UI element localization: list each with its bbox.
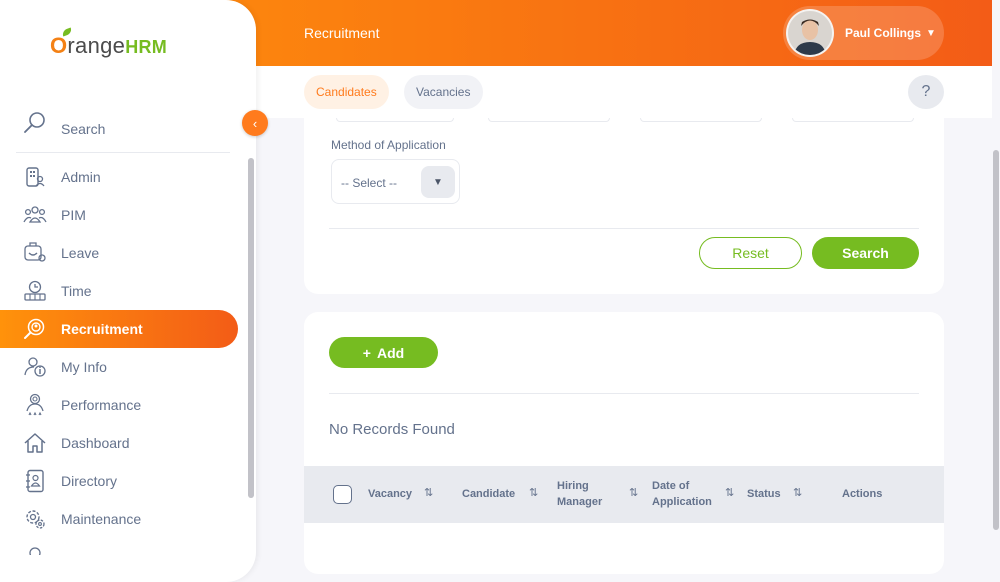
sidebar: OrangeHRM Search Admin PIM Leave Time Re… xyxy=(0,0,256,582)
method-of-application-select[interactable]: -- Select -- ▼ xyxy=(331,159,460,204)
user-menu[interactable]: Paul Collings ▼ xyxy=(783,6,944,60)
sidebar-item-recruitment[interactable]: Recruitment xyxy=(0,310,238,348)
sidebar-item-directory[interactable]: Directory xyxy=(0,462,248,500)
sidebar-item-performance[interactable]: Performance xyxy=(0,386,248,424)
search-label: Search xyxy=(61,121,106,137)
sidebar-nav: Admin PIM Leave Time Recruitment My Info… xyxy=(0,158,248,558)
column-date-of-application: Date of Application xyxy=(652,480,712,508)
sidebar-item-admin[interactable]: Admin xyxy=(0,158,248,196)
sidebar-item-label: Leave xyxy=(61,245,100,261)
sidebar-item-dashboard[interactable]: Dashboard xyxy=(0,424,248,462)
page-scrollbar[interactable] xyxy=(992,0,1000,582)
sidebar-item-label: Directory xyxy=(61,473,118,489)
reset-button[interactable]: Reset xyxy=(699,237,802,269)
logo-letter: O xyxy=(50,33,68,58)
table-header: Vacancy ⇅ Candidate ⇅ Hiring Manager ⇅ D… xyxy=(304,466,944,523)
sidebar-item-leave[interactable]: Leave xyxy=(0,234,248,272)
column-vacancy: Vacancy xyxy=(368,488,413,500)
column-actions: Actions xyxy=(842,488,883,500)
chevron-left-icon: ‹ xyxy=(252,115,258,131)
dashboard-icon xyxy=(22,430,48,456)
divider xyxy=(16,152,230,153)
sidebar-item-label: Performance xyxy=(61,397,142,413)
column-status: Status xyxy=(747,488,781,500)
sidebar-item-label: Admin xyxy=(61,169,101,185)
search-icon xyxy=(24,112,45,133)
partial-icon xyxy=(22,535,48,561)
logo-hrm: HRM xyxy=(125,37,168,57)
sort-icon[interactable]: ⇅ xyxy=(793,486,802,499)
collapse-sidebar-button[interactable]: ‹ xyxy=(242,110,268,136)
column-hiring-manager: Hiring Manager xyxy=(557,480,603,508)
sidebar-item-label: Recruitment xyxy=(61,321,143,337)
performance-icon xyxy=(22,392,48,418)
pim-icon xyxy=(22,202,48,228)
sidebar-item-more[interactable] xyxy=(0,538,248,558)
caret-down-icon[interactable]: ▼ xyxy=(421,166,455,198)
filter-card: Method of Application -- Select -- ▼ Res… xyxy=(304,118,944,294)
sidebar-item-label: Maintenance xyxy=(61,511,142,527)
column-candidate: Candidate xyxy=(462,488,516,500)
sort-icon[interactable]: ⇅ xyxy=(424,486,433,499)
maintenance-icon xyxy=(22,506,48,532)
sidebar-item-label: My Info xyxy=(61,359,107,375)
results-card: + Add No Records Found Vacancy ⇅ Candida… xyxy=(304,312,944,574)
filter-field-stub xyxy=(488,118,610,122)
sidebar-scrollbar-thumb[interactable] xyxy=(248,158,254,498)
user-name: Paul Collings xyxy=(845,26,922,40)
plus-icon: + xyxy=(362,344,371,361)
sort-icon[interactable]: ⇅ xyxy=(629,486,638,499)
method-of-application-label: Method of Application xyxy=(331,138,446,152)
sidebar-item-maintenance[interactable]: Maintenance xyxy=(0,500,248,538)
admin-icon xyxy=(22,164,48,190)
sidebar-item-label: PIM xyxy=(61,207,86,223)
tab-candidates[interactable]: Candidates xyxy=(304,75,389,109)
divider xyxy=(329,228,919,229)
search-button[interactable]: Search xyxy=(812,237,919,269)
caret-down-icon: ▼ xyxy=(926,27,936,39)
module-title: Recruitment xyxy=(304,25,380,41)
sidebar-item-label: Time xyxy=(61,283,92,299)
page-scrollbar-thumb[interactable] xyxy=(993,150,999,530)
help-button[interactable]: ? xyxy=(908,75,944,109)
user-avatar xyxy=(786,9,834,57)
filter-field-stub xyxy=(640,118,762,122)
recruitment-icon xyxy=(22,316,48,342)
sidebar-item-pim[interactable]: PIM xyxy=(0,196,248,234)
sort-icon[interactable]: ⇅ xyxy=(725,486,734,499)
directory-icon xyxy=(22,468,48,494)
logo-text: range xyxy=(67,33,126,58)
filter-field-stub xyxy=(336,118,454,122)
tab-vacancies[interactable]: Vacancies xyxy=(404,75,483,109)
sort-icon[interactable]: ⇅ xyxy=(529,486,538,499)
add-button[interactable]: + Add xyxy=(329,337,438,368)
top-nav: Candidates Vacancies ? xyxy=(256,66,992,118)
add-button-label: Add xyxy=(376,344,405,361)
orangehrm-logo[interactable]: OrangeHRM xyxy=(50,27,168,59)
select-all-checkbox[interactable] xyxy=(333,485,352,504)
sidebar-scrollbar[interactable] xyxy=(248,158,254,498)
sidebar-item-my-info[interactable]: My Info xyxy=(0,348,248,386)
select-value: -- Select -- xyxy=(341,176,398,190)
my-info-icon xyxy=(22,354,48,380)
time-icon xyxy=(22,278,48,304)
divider xyxy=(329,393,919,394)
sidebar-item-label: Dashboard xyxy=(61,435,130,451)
sidebar-search[interactable]: Search xyxy=(22,110,256,142)
leave-icon xyxy=(22,240,48,266)
filter-field-stub xyxy=(792,118,914,122)
records-status: No Records Found xyxy=(329,421,455,438)
sidebar-item-time[interactable]: Time xyxy=(0,272,248,310)
